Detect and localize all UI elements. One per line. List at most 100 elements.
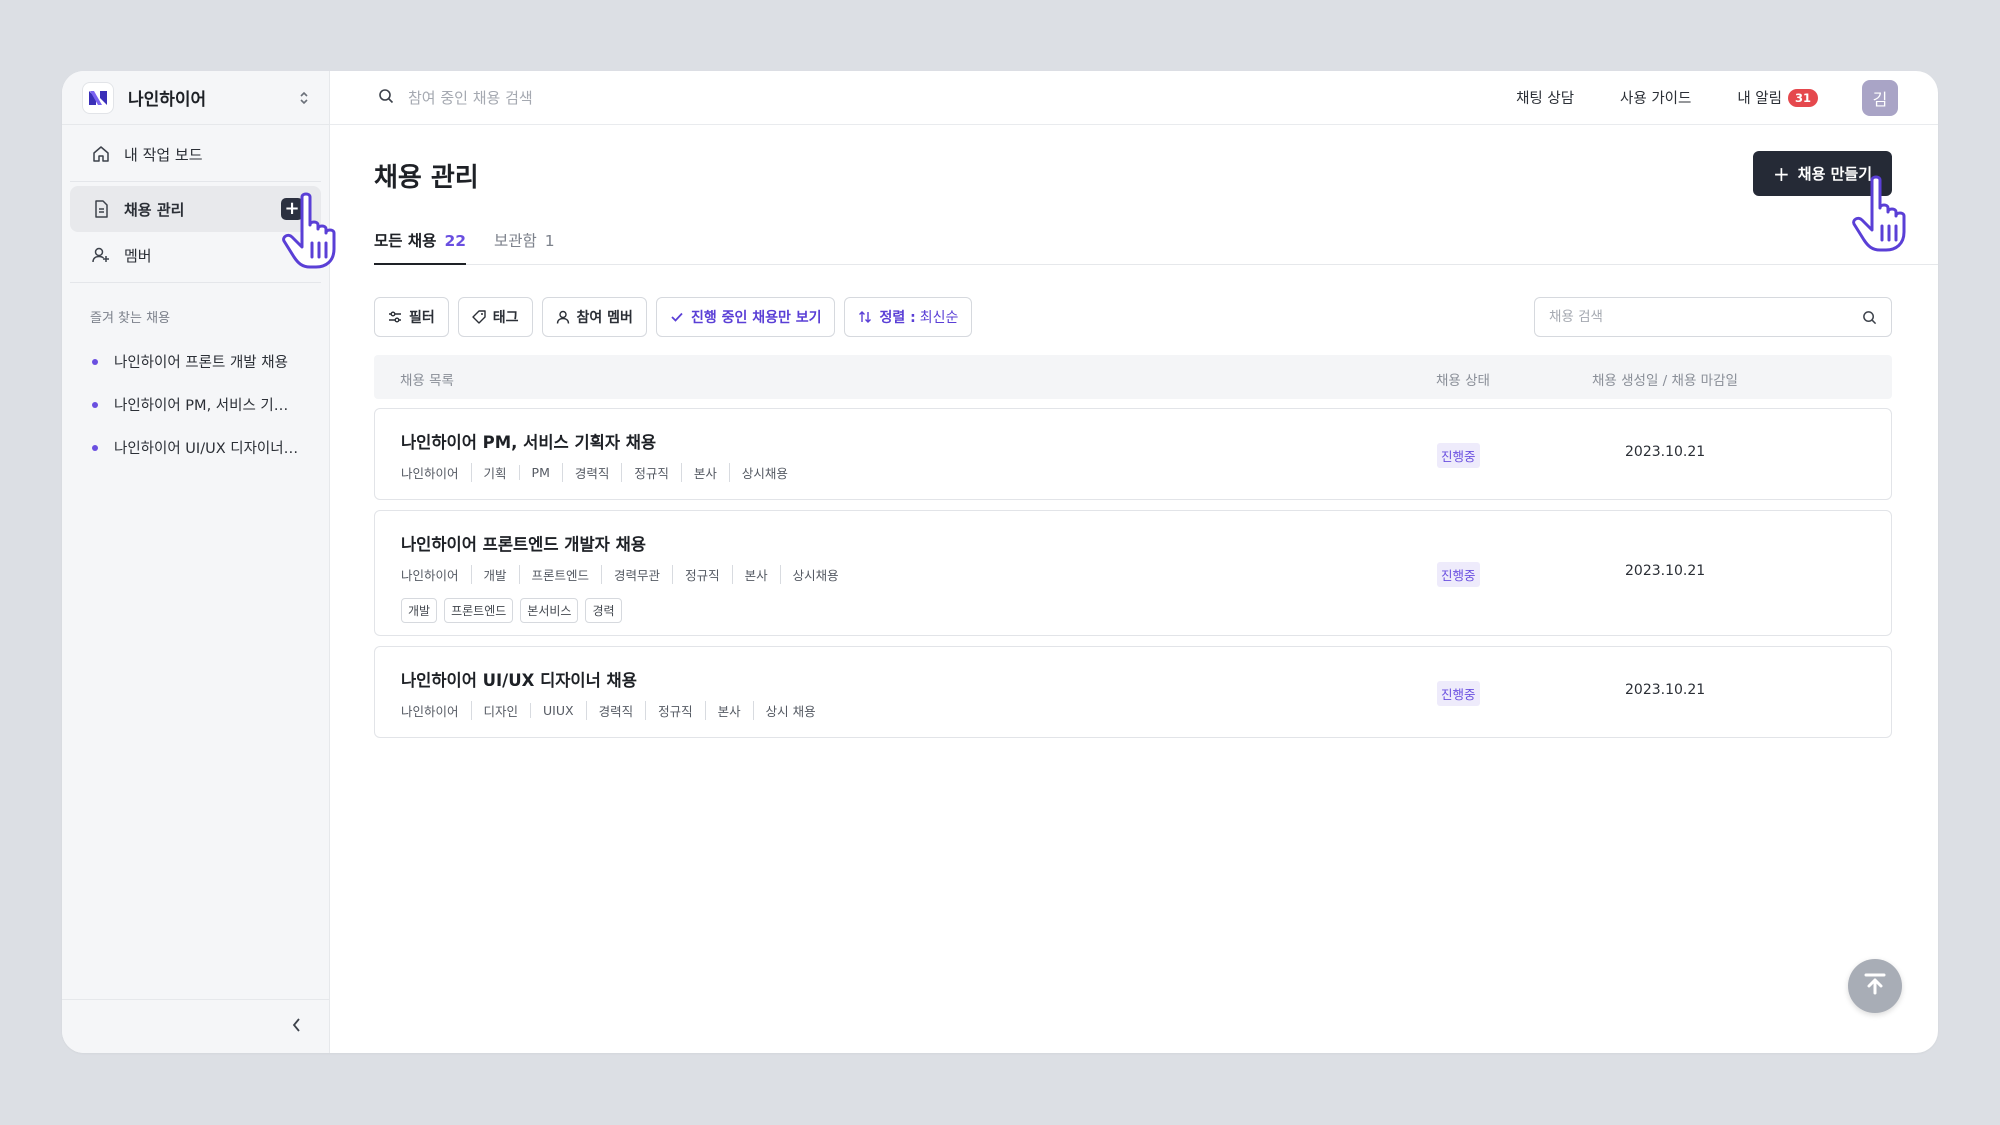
favorite-label: 나인하이어 UI/UX 디자이너 채용	[114, 441, 299, 457]
document-icon	[90, 198, 112, 220]
favorite-item[interactable]: 나인하이어 프론트 개발 채용	[62, 340, 329, 383]
notifications-link[interactable]: 내 알림 31	[1737, 87, 1818, 108]
favorite-item[interactable]: 나인하이어 UI/UX 디자이너 채용	[62, 426, 329, 469]
scroll-to-top-button[interactable]	[1848, 959, 1902, 1013]
tag-list: 개발 프론트엔드 본서비스 경력	[375, 584, 1891, 623]
top-right-actions: 채팅 상담 사용 가이드 내 알림 31 김	[1470, 79, 1898, 116]
chat-support-link[interactable]: 채팅 상담	[1516, 87, 1574, 108]
meta-item: 상시채용	[728, 463, 800, 482]
meta-item: PM	[518, 465, 562, 480]
tag-chip[interactable]: 프론트엔드	[444, 598, 514, 623]
brand-logo-icon	[82, 81, 114, 114]
tab-count: 1	[544, 232, 555, 250]
notifications-label: 내 알림	[1737, 91, 1782, 107]
tag-label: 태그	[492, 310, 519, 326]
recruitment-title[interactable]: 나인하이어 프론트엔드 개발자 채용	[375, 511, 1891, 555]
tab-label: 모든 채용	[374, 232, 437, 250]
user-guide-link[interactable]: 사용 가이드	[1620, 87, 1691, 108]
tag-chip[interactable]: 개발	[401, 598, 438, 623]
list-search-input[interactable]	[1547, 308, 1862, 326]
hand-pointer-cursor-icon	[280, 191, 352, 275]
tabs: 모든 채용 22 보관함 1	[374, 223, 1938, 265]
meta-item: 개발	[470, 565, 519, 584]
sidebar-item-dashboard[interactable]: 내 작업 보드	[70, 131, 321, 177]
meta-item: 본사	[680, 463, 729, 482]
chevron-up-down-icon[interactable]	[299, 90, 309, 106]
active-only-label: 진행 중인 채용만 보기	[690, 310, 822, 326]
top-bar: 채팅 상담 사용 가이드 내 알림 31 김	[330, 71, 1938, 125]
add-user-icon	[90, 244, 112, 266]
meta-item: 정규직	[672, 565, 732, 584]
sort-arrows-icon	[858, 310, 872, 324]
meta-item: 나인하이어	[401, 466, 459, 481]
sort-button[interactable]: 정렬 : 최신순	[844, 297, 973, 337]
tab-archive[interactable]: 보관함 1	[494, 223, 555, 265]
bullet-dot-icon	[92, 444, 98, 451]
tab-label: 보관함	[494, 232, 537, 250]
recruitment-date: 2023.10.21	[1625, 444, 1706, 460]
app-window: 나인하이어 내 작업 보드 채용 관리 + 멤버 즐겨 찾는 채용 나인하이어 …	[62, 71, 1938, 1053]
table-row[interactable]: 나인하이어 UI/UX 디자이너 채용 나인하이어 디자인 UIUX 경력직 정…	[374, 646, 1892, 738]
tag-chip[interactable]: 경력	[585, 598, 622, 623]
sidebar-item-label: 멤버	[124, 246, 152, 265]
sidebar-item-label: 내 작업 보드	[124, 145, 203, 164]
favorite-label: 나인하이어 PM, 서비스 기획자 채용	[114, 398, 299, 414]
meta-item: 정규직	[621, 463, 681, 482]
meta-item: 경력직	[585, 701, 646, 720]
meta-item: 경력직	[561, 463, 622, 482]
active-only-toggle[interactable]: 진행 중인 채용만 보기	[655, 297, 836, 337]
page-title: 채용 관리	[374, 163, 479, 193]
favorite-item[interactable]: 나인하이어 PM, 서비스 기획자 채용	[62, 383, 329, 426]
plus-icon: +	[1773, 161, 1790, 186]
notification-count-badge: 31	[1787, 88, 1818, 107]
main-content: 채용 관리 + 채용 만들기 모든 채용 22 보관함 1 필터 태그 참여 멤…	[330, 125, 1938, 1053]
meta-item: 경력무관	[601, 565, 672, 584]
column-header-dates: 채용 생성일 / 채용 마감일	[1592, 373, 1738, 389]
recruitment-date: 2023.10.21	[1625, 682, 1706, 698]
meta-item: 본사	[731, 565, 780, 584]
top-search	[378, 87, 810, 108]
tag-icon	[472, 310, 486, 324]
recruitment-list: 나인하이어 PM, 서비스 기획자 채용 나인하이어 기획 PM 경력직 정규직…	[374, 408, 1892, 748]
tab-count: 22	[444, 232, 467, 250]
tag-button[interactable]: 태그	[457, 297, 533, 337]
meta-item: 디자인	[470, 701, 531, 720]
list-search	[1534, 297, 1892, 337]
meta-item: UIUX	[530, 703, 586, 718]
status-badge: 진행중	[1437, 562, 1480, 587]
check-icon	[670, 310, 684, 324]
bullet-dot-icon	[92, 358, 98, 365]
table-row[interactable]: 나인하이어 프론트엔드 개발자 채용 나인하이어 개발 프론트엔드 경력무관 정…	[374, 510, 1892, 636]
column-header-list: 채용 목록	[400, 373, 454, 389]
avatar[interactable]: 김	[1862, 79, 1898, 116]
workspace-switcher[interactable]: 나인하이어	[62, 71, 329, 125]
filter-label: 필터	[409, 310, 435, 326]
workspace-name: 나인하이어	[128, 90, 207, 110]
sliders-icon	[388, 310, 402, 324]
search-icon	[378, 88, 394, 108]
meta-item: 나인하이어	[401, 704, 459, 719]
filter-bar: 필터 태그 참여 멤버 진행 중인 채용만 보기 정렬: 최신순	[374, 297, 981, 337]
home-icon	[90, 143, 112, 165]
sort-value: 최신순	[919, 310, 959, 326]
meta-item: 본사	[704, 701, 753, 720]
members-filter-button[interactable]: 참여 멤버	[541, 297, 647, 337]
arrow-up-to-line-icon	[1862, 971, 1888, 1001]
meta-item: 기획	[470, 463, 519, 482]
members-label: 참여 멤버	[576, 310, 633, 326]
sidebar-collapse-bar	[62, 999, 329, 1053]
meta-item: 상시 채용	[752, 701, 828, 720]
filter-button[interactable]: 필터	[374, 297, 449, 337]
hand-pointer-cursor-icon	[1850, 174, 1922, 258]
meta-item: 프론트엔드	[518, 565, 602, 584]
favorite-label: 나인하이어 프론트 개발 채용	[114, 355, 288, 371]
tag-chip[interactable]: 본서비스	[520, 598, 579, 623]
search-input[interactable]	[406, 87, 810, 108]
tab-all-recruitments[interactable]: 모든 채용 22	[374, 223, 467, 265]
search-icon[interactable]	[1862, 310, 1877, 325]
chevron-left-icon[interactable]	[291, 1017, 303, 1037]
status-badge: 진행중	[1437, 681, 1480, 706]
table-header: 채용 목록 채용 상태 채용 생성일 / 채용 마감일	[374, 355, 1892, 399]
favorites-title: 즐겨 찾는 채용	[90, 311, 171, 326]
table-row[interactable]: 나인하이어 PM, 서비스 기획자 채용 나인하이어 기획 PM 경력직 정규직…	[374, 408, 1892, 500]
